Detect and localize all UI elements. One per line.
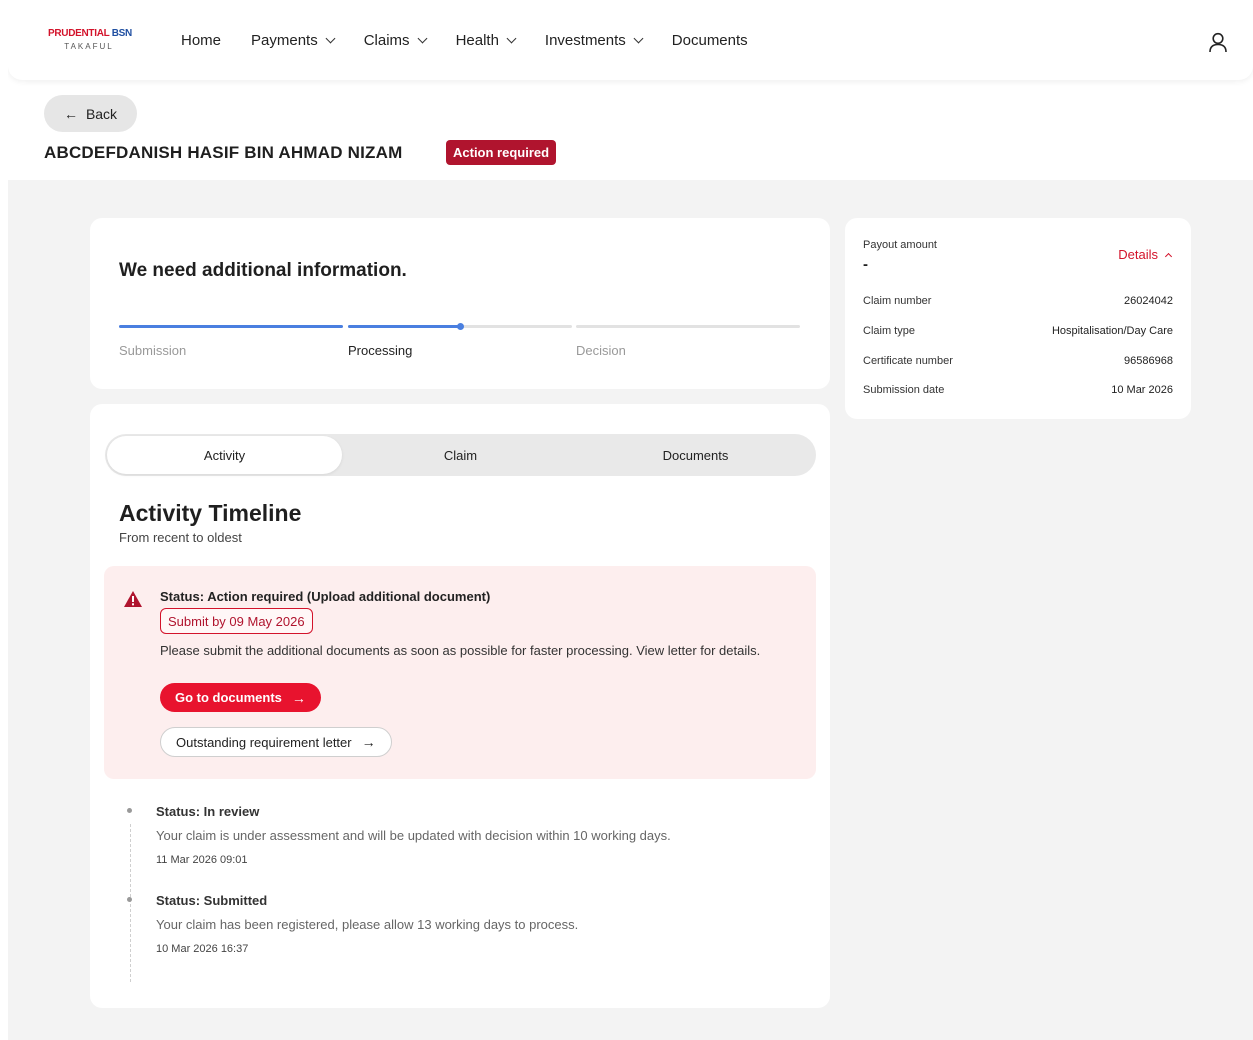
nav-item-documents[interactable]: Documents bbox=[672, 32, 748, 49]
arrow-right-icon: → bbox=[291, 689, 306, 706]
step-current-dot bbox=[456, 323, 464, 330]
nav-menu: Home Payments Claims Health Investments … bbox=[181, 32, 778, 49]
submission-date-label: Submission date bbox=[863, 384, 945, 396]
status-badge: Action required bbox=[446, 140, 557, 165]
step-bar-processing bbox=[348, 323, 572, 330]
event-status: Status: Submitted bbox=[156, 893, 268, 908]
chevron-down-icon bbox=[325, 33, 336, 44]
alert-description: Please submit the additional documents a… bbox=[160, 643, 761, 658]
alert-status: Status: Action required (Upload addition… bbox=[160, 589, 491, 604]
timeline-dot bbox=[127, 897, 132, 902]
navbar: PRUDENTIAL BSN TAKAFUL Home Payments Cla… bbox=[8, 6, 1253, 80]
claim-number-label: Claim number bbox=[863, 295, 932, 307]
chevron-down-icon bbox=[633, 33, 644, 44]
details-toggle[interactable]: Details bbox=[1118, 247, 1173, 262]
event-timestamp: 11 Mar 2026 09:01 bbox=[156, 854, 248, 866]
deadline-badge: Submit by 09 May 2026 bbox=[160, 608, 313, 634]
event-timestamp: 10 Mar 2026 16:37 bbox=[156, 943, 249, 955]
nav-item-health[interactable]: Health bbox=[456, 32, 517, 49]
payout-label: Payout amount bbox=[863, 239, 937, 251]
timeline-subtitle: From recent to oldest bbox=[119, 530, 242, 545]
step-label-decision: Decision bbox=[576, 343, 626, 358]
claim-type-label: Claim type bbox=[863, 325, 915, 337]
user-icon[interactable] bbox=[1208, 32, 1228, 54]
brand-logo[interactable]: PRUDENTIAL BSN TAKAFUL bbox=[48, 28, 138, 51]
warning-icon bbox=[124, 591, 142, 607]
certificate-number-value: 96586968 bbox=[1124, 355, 1173, 367]
claim-number-value: 26024042 bbox=[1124, 295, 1173, 307]
step-fill-processing bbox=[348, 325, 460, 328]
chevron-up-icon bbox=[1164, 252, 1173, 260]
progress-card: We need additional information. Submissi… bbox=[90, 218, 830, 389]
nav-item-home[interactable]: Home bbox=[181, 32, 221, 49]
page-title: ABCDEFDANISH HASIF BIN AHMAD NIZAM bbox=[44, 143, 403, 162]
event-description: Your claim is under assessment and will … bbox=[156, 828, 671, 843]
logo-subtext: TAKAFUL bbox=[64, 42, 114, 51]
page: PRUDENTIAL BSN TAKAFUL Home Payments Cla… bbox=[8, 6, 1253, 1040]
step-label-processing: Processing bbox=[348, 343, 413, 358]
tab-claim[interactable]: Claim bbox=[343, 436, 578, 474]
action-required-alert: Status: Action required (Upload addition… bbox=[104, 566, 816, 779]
claim-summary-card: Payout amount - Details Claim number 260… bbox=[845, 218, 1191, 419]
timeline-connector bbox=[130, 824, 131, 982]
requirement-letter-button[interactable]: Outstanding requirement letter → bbox=[160, 727, 392, 757]
activity-card: Activity Claim Documents Activity Timeli… bbox=[90, 404, 830, 1008]
claim-type-value: Hospitalisation/Day Care bbox=[1051, 325, 1173, 337]
payout-value: - bbox=[863, 256, 868, 273]
nav-item-investments[interactable]: Investments bbox=[545, 32, 644, 49]
step-label-submission: Submission bbox=[119, 343, 187, 358]
back-button[interactable]: ← Back bbox=[44, 95, 137, 132]
logo-text-blue: BSN bbox=[111, 28, 133, 39]
nav-item-payments[interactable]: Payments bbox=[251, 32, 336, 49]
chevron-down-icon bbox=[417, 33, 428, 44]
arrow-left-icon: ← bbox=[63, 105, 78, 122]
event-description: Your claim has been registered, please a… bbox=[156, 917, 579, 932]
chevron-down-icon bbox=[506, 33, 517, 44]
certificate-number-label: Certificate number bbox=[863, 355, 953, 367]
logo-text-red: PRUDENTIAL bbox=[48, 28, 110, 39]
arrow-right-icon: → bbox=[361, 734, 376, 750]
tab-documents[interactable]: Documents bbox=[578, 436, 813, 474]
submission-date-value: 10 Mar 2026 bbox=[1111, 384, 1173, 396]
timeline-title: Activity Timeline bbox=[119, 500, 302, 526]
step-bar-submission bbox=[119, 325, 343, 328]
event-status: Status: In review bbox=[156, 804, 260, 819]
tab-activity[interactable]: Activity bbox=[107, 436, 342, 474]
progress-heading: We need additional information. bbox=[119, 260, 407, 281]
timeline-dot bbox=[127, 808, 132, 813]
nav-item-claims[interactable]: Claims bbox=[364, 32, 428, 49]
go-to-documents-button[interactable]: Go to documents → bbox=[160, 683, 321, 712]
step-bar-decision bbox=[576, 325, 800, 328]
tab-bar: Activity Claim Documents bbox=[105, 434, 816, 476]
